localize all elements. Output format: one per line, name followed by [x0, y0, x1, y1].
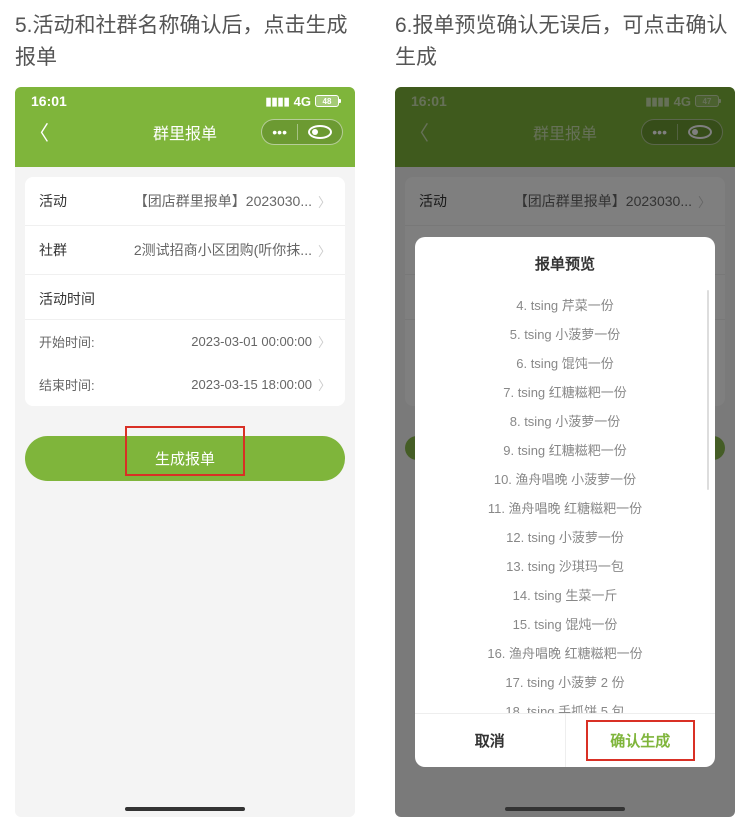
confirm-label: 确认生成	[610, 733, 670, 750]
modal-actions: 取消 确认生成	[415, 713, 715, 767]
start-time-row[interactable]: 开始时间: 2023-03-01 00:00:00 〉	[25, 320, 345, 363]
end-time-value: 2023-03-15 18:00:00	[95, 377, 312, 392]
miniprogram-capsule[interactable]: •••	[261, 119, 343, 145]
start-time-label: 开始时间:	[39, 332, 95, 351]
chevron-right-icon: 〉	[318, 192, 331, 211]
preview-item: 15. tsing 馄炖一份	[431, 609, 699, 638]
group-label: 社群	[39, 240, 109, 260]
preview-item: 5. tsing 小菠萝一份	[431, 319, 699, 348]
nav-bar: 〈 群里报单 •••	[15, 109, 355, 154]
chevron-right-icon: 〉	[318, 241, 331, 260]
form-card: 活动 【团店群里报单】2023030... 〉 社群 2测试招商小区团购(听你抹…	[25, 177, 345, 406]
network-label: 4G	[294, 94, 311, 109]
step5-column: 5.活动和社群名称确认后，点击生成报单 16:01 ▮▮▮▮ 4G 48 〈 群…	[15, 10, 355, 817]
chevron-right-icon: 〉	[318, 332, 331, 351]
phone-screen-1: 16:01 ▮▮▮▮ 4G 48 〈 群里报单 ••• 活动	[15, 87, 355, 817]
modal-title: 报单预览	[415, 237, 715, 290]
generate-report-button[interactable]: 生成报单	[25, 436, 345, 481]
time-section-title: 活动时间	[25, 275, 345, 320]
preview-item-list: 4. tsing 芹菜一份5. tsing 小菠萝一份6. tsing 馄饨一份…	[431, 290, 699, 713]
group-value: 2测试招商小区团购(听你抹...	[109, 240, 312, 260]
menu-icon[interactable]: •••	[262, 120, 297, 144]
preview-item: 14. tsing 生菜一斤	[431, 580, 699, 609]
status-bar: 16:01 ▮▮▮▮ 4G 48	[15, 87, 355, 109]
step6-column: 6.报单预览确认无误后，可点击确认生成 16:01 ▮▮▮▮ 4G 47 〈 群…	[395, 10, 735, 817]
preview-item: 4. tsing 芹菜一份	[431, 290, 699, 319]
modal-body[interactable]: 4. tsing 芹菜一份5. tsing 小菠萝一份6. tsing 馄饨一份…	[415, 290, 715, 713]
activity-row[interactable]: 活动 【团店群里报单】2023030... 〉	[25, 177, 345, 226]
end-time-row[interactable]: 结束时间: 2023-03-15 18:00:00 〉	[25, 363, 345, 406]
scrollbar[interactable]	[707, 290, 709, 490]
chevron-right-icon: 〉	[318, 375, 331, 394]
home-indicator[interactable]	[125, 807, 245, 811]
activity-value: 【团店群里报单】2023030...	[109, 191, 312, 211]
page-title: 群里报单	[153, 120, 217, 144]
end-time-label: 结束时间:	[39, 375, 95, 394]
preview-item: 12. tsing 小菠萝一份	[431, 522, 699, 551]
preview-item: 6. tsing 馄饨一份	[431, 348, 699, 377]
phone-screen-2: 16:01 ▮▮▮▮ 4G 47 〈 群里报单 ••• 活动	[395, 87, 735, 817]
preview-item: 8. tsing 小菠萝一份	[431, 406, 699, 435]
preview-item: 16. 渔舟唱晚 红糖糍粑一份	[431, 638, 699, 667]
confirm-button[interactable]: 确认生成	[566, 714, 716, 767]
preview-item: 18. tsing 手抓饼 5 包	[431, 696, 699, 713]
home-indicator[interactable]	[505, 807, 625, 811]
close-icon[interactable]	[298, 121, 342, 143]
preview-item: 13. tsing 沙琪玛一包	[431, 551, 699, 580]
step5-caption: 5.活动和社群名称确认后，点击生成报单	[15, 10, 355, 73]
activity-label: 活动	[39, 191, 109, 211]
start-time-value: 2023-03-01 00:00:00	[95, 334, 312, 349]
cancel-label: 取消	[475, 733, 505, 750]
clock: 16:01	[31, 93, 67, 109]
group-row[interactable]: 社群 2测试招商小区团购(听你抹... 〉	[25, 226, 345, 275]
app-header: 16:01 ▮▮▮▮ 4G 48 〈 群里报单 •••	[15, 87, 355, 167]
status-right: ▮▮▮▮ 4G 48	[265, 94, 339, 109]
preview-item: 11. 渔舟唱晚 红糖糍粑一份	[431, 493, 699, 522]
signal-icon: ▮▮▮▮	[265, 95, 289, 108]
preview-item: 10. 渔舟唱晚 小菠萝一份	[431, 464, 699, 493]
preview-item: 7. tsing 红糖糍粑一份	[431, 377, 699, 406]
preview-item: 9. tsing 红糖糍粑一份	[431, 435, 699, 464]
back-button[interactable]: 〈	[29, 117, 49, 146]
battery-icon: 48	[315, 95, 339, 107]
preview-modal: 报单预览 4. tsing 芹菜一份5. tsing 小菠萝一份6. tsing…	[415, 237, 715, 767]
preview-item: 17. tsing 小菠萝 2 份	[431, 667, 699, 696]
cancel-button[interactable]: 取消	[415, 714, 566, 767]
step6-caption: 6.报单预览确认无误后，可点击确认生成	[395, 10, 735, 73]
generate-button-label: 生成报单	[155, 451, 215, 468]
